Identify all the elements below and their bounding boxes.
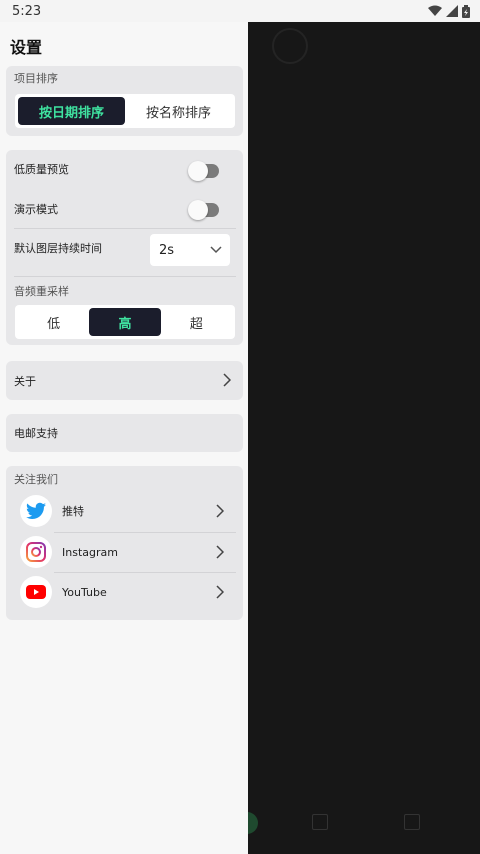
sort-section-label: 项目排序 [14,72,58,85]
audio-resample-high-option[interactable]: 高 [89,308,161,336]
low-quality-preview-label: 低质量预览 [14,163,69,176]
status-time: 5:23 [12,3,42,19]
email-support-label: 电邮支持 [14,427,58,440]
social-item-instagram[interactable]: Instagram [14,533,236,571]
background-nav-item [404,814,420,832]
chevron-right-icon [223,373,231,387]
demo-mode-toggle[interactable] [188,200,219,220]
background-nav-item [312,814,328,832]
about-label-wrap: 关于 [14,372,236,390]
chevron-down-icon [210,246,222,254]
status-icons [428,4,470,18]
layer-duration-dropdown[interactable]: 2s [150,234,230,266]
social-label-youtube: YouTube [62,585,107,599]
default-layer-duration-label: 默认图层持续时间 [14,242,102,255]
chevron-right-icon [216,504,224,518]
sort-segmented-control: 按日期排序 按名称排序 [15,94,235,128]
background-logo-ring [272,28,308,64]
about-label: 关于 [14,375,36,388]
toggle-knob [188,161,208,181]
twitter-icon [20,495,52,527]
social-label-instagram: Instagram [62,545,118,559]
social-item-youtube[interactable]: YouTube [14,573,236,611]
divider [14,228,236,229]
follow-us-card: 关注我们 推特 Instagram YouTube [6,466,243,620]
youtube-icon [20,576,52,608]
social-item-twitter[interactable]: 推特 [14,492,236,530]
sort-by-name-option[interactable]: 按名称排序 [125,97,232,125]
follow-us-label: 关注我们 [14,473,58,486]
status-bar: 5:23 [0,0,480,22]
demo-mode-label: 演示模式 [14,203,58,216]
instagram-icon [20,536,52,568]
sort-by-date-option[interactable]: 按日期排序 [18,97,125,125]
sort-card: 项目排序 按日期排序 按名称排序 [6,66,243,136]
battery-icon [462,4,470,18]
chevron-right-icon [216,585,224,599]
settings-drawer: 设置 项目排序 按日期排序 按名称排序 低质量预览 演示模式 默认图层持续时间 … [0,22,248,854]
audio-resample-low-option[interactable]: 低 [18,308,89,336]
email-support-label-wrap: 电邮支持 [14,424,236,442]
chevron-right-icon [216,545,224,559]
audio-resample-label: 音频重采样 [14,285,69,298]
divider [14,276,236,277]
wifi-icon [428,5,442,16]
signal-icon [446,5,458,17]
low-quality-preview-toggle[interactable] [188,161,219,181]
toggle-knob [188,200,208,220]
audio-resample-ultra-option[interactable]: 超 [161,308,232,336]
layer-duration-value: 2s [159,242,175,258]
email-support-row[interactable]: 电邮支持 [6,414,243,452]
audio-resample-segmented-control: 低 高 超 [15,305,235,339]
background-fab [248,812,258,834]
drawer-title: 设置 [10,38,43,57]
settings-card: 低质量预览 演示模式 默认图层持续时间 2s 音频重采样 低 高 超 [6,150,243,345]
background-app [248,22,480,854]
about-row[interactable]: 关于 [6,361,243,400]
social-label-twitter: 推特 [62,505,84,518]
